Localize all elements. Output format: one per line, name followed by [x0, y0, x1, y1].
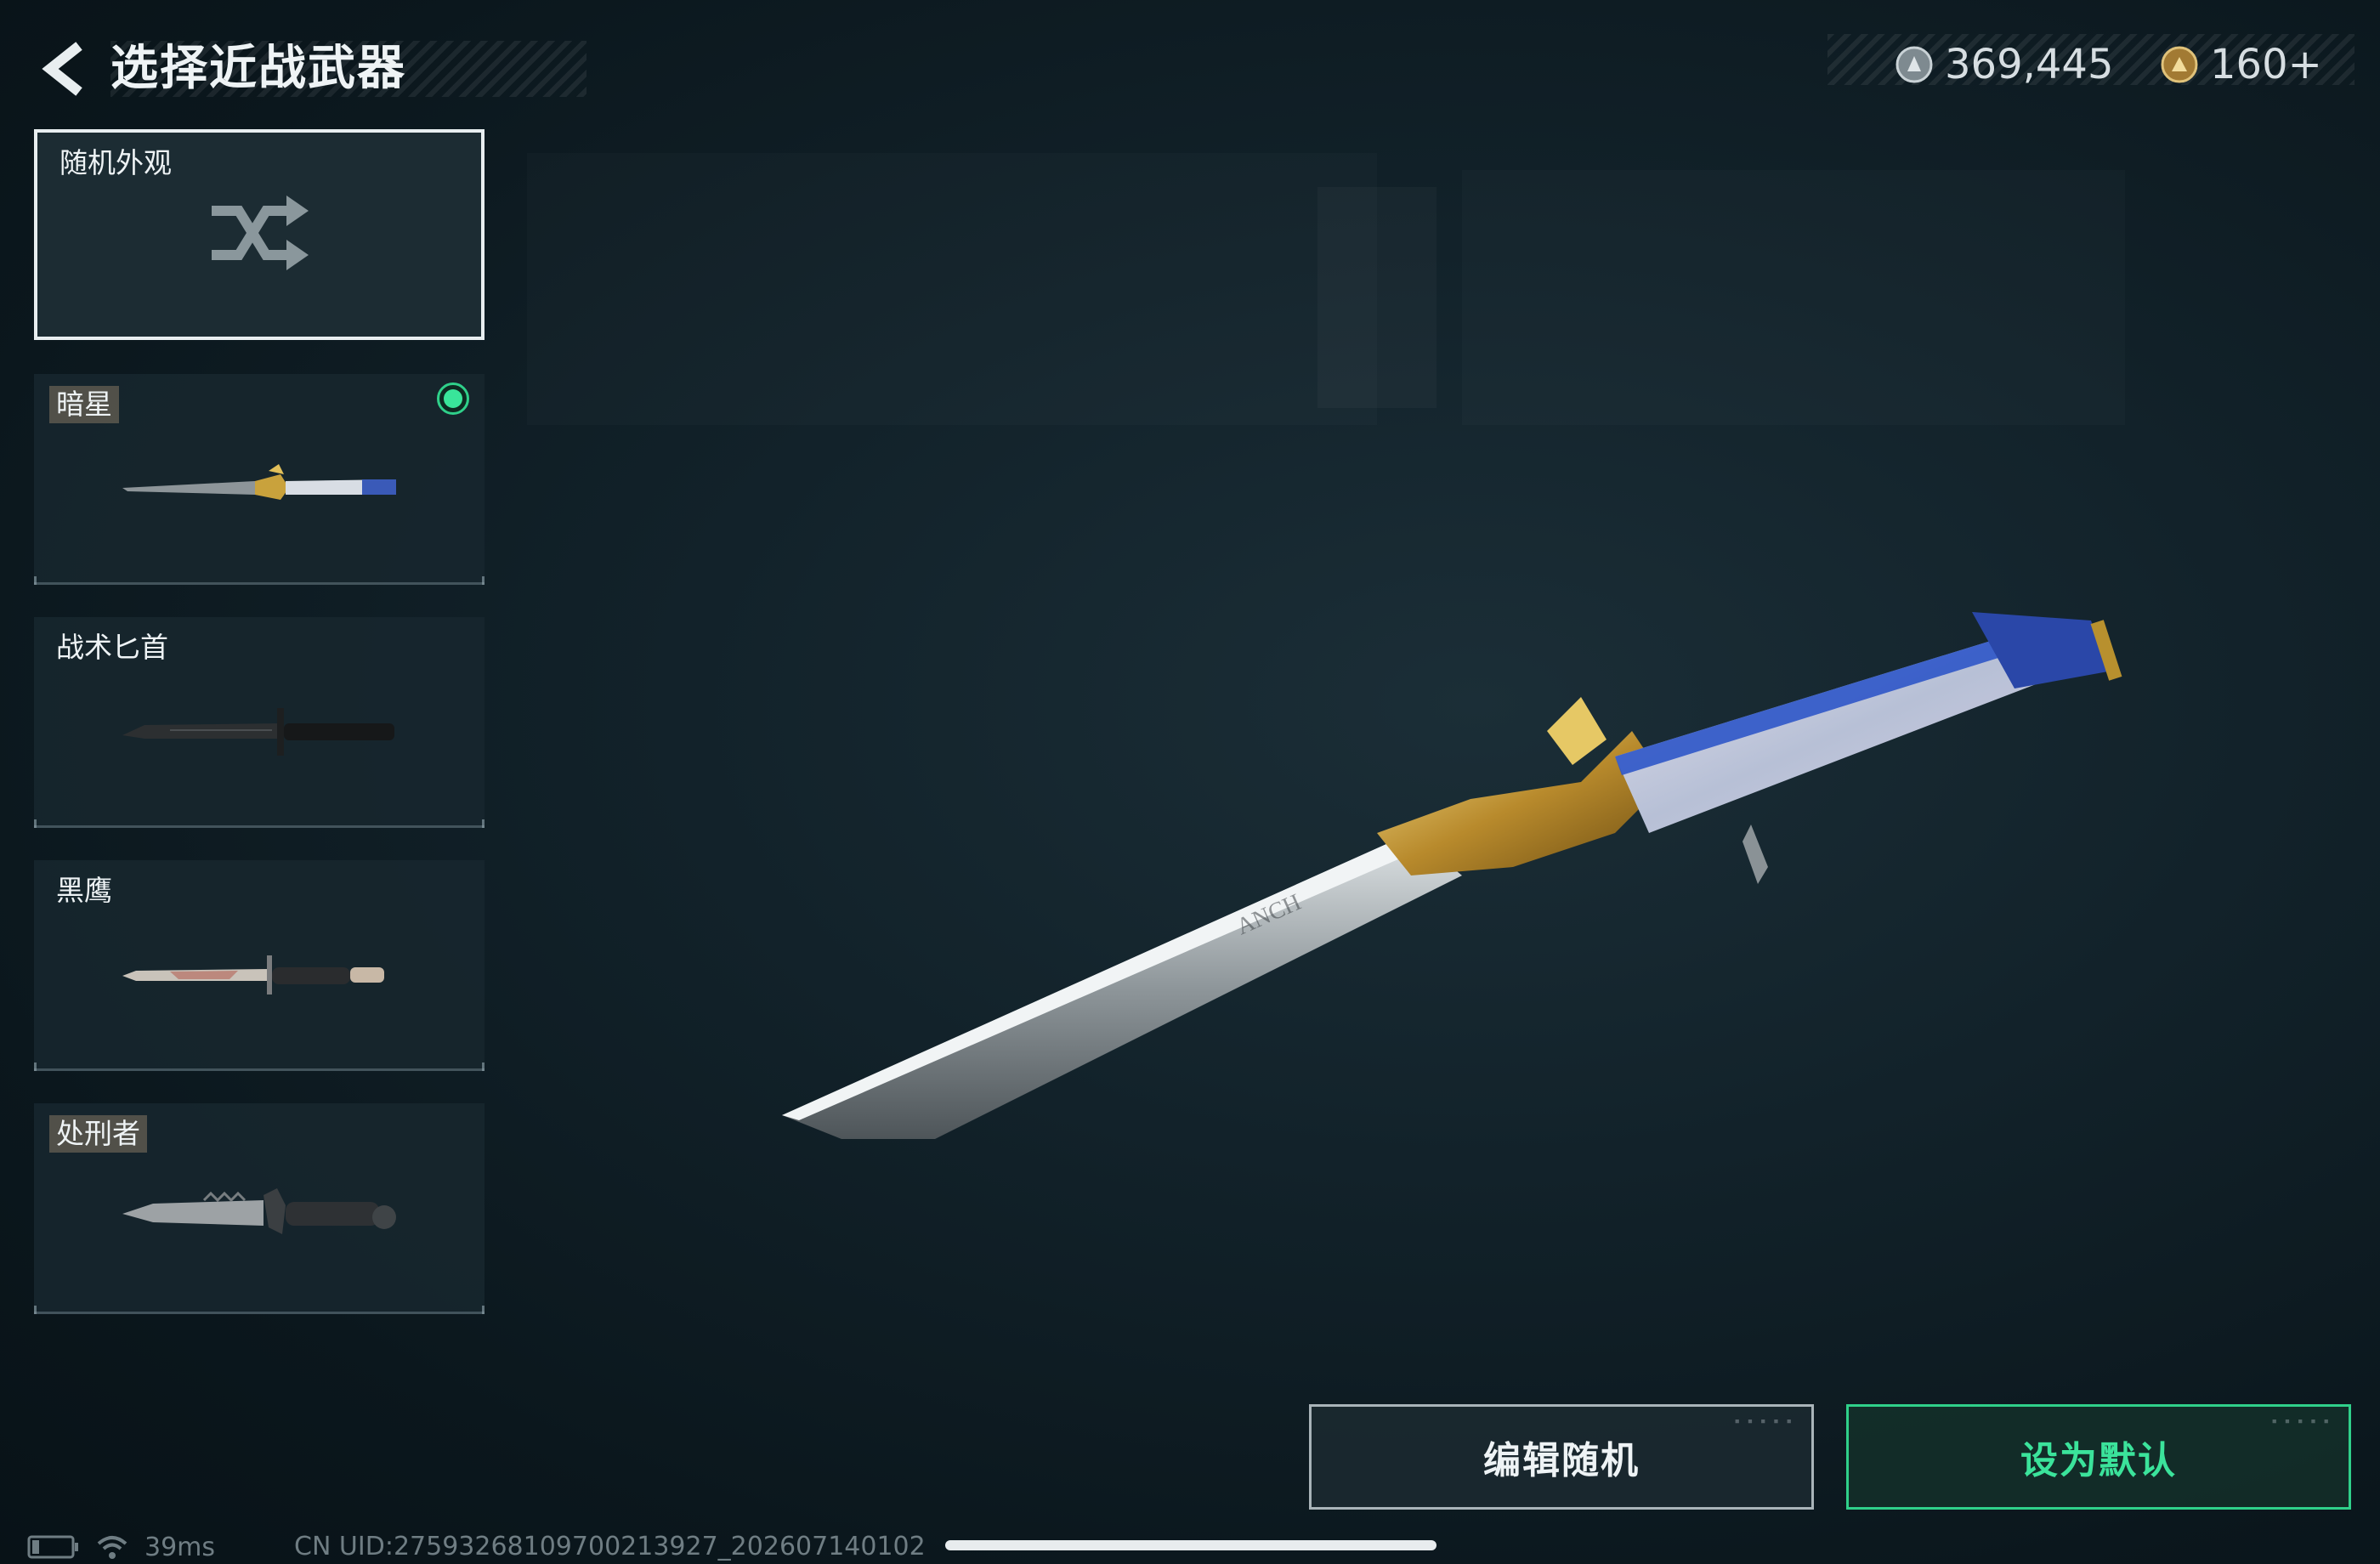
silver-amount: 369,445 — [1945, 41, 2114, 88]
darkstar-knife-model: ANCH — [782, 612, 2122, 1139]
darkstar-knife-thumbnail — [122, 464, 396, 501]
melee-slot-blackhawk[interactable]: 黑鹰 — [34, 860, 484, 1071]
set-default-button[interactable]: ▪ ▪ ▪ ▪ ▪ 设为默认 — [1846, 1404, 2351, 1510]
blackhawk-knife-thumbnail — [122, 955, 384, 995]
silver-credits-icon — [1896, 46, 1933, 83]
executioner-knife-thumbnail — [122, 1188, 396, 1235]
tactical-knife-thumbnail — [122, 708, 394, 756]
shuffle-icon — [212, 196, 309, 270]
edit-random-button[interactable]: ▪ ▪ ▪ ▪ ▪ 编辑随机 — [1309, 1404, 1814, 1510]
slot-label: 暗星 — [49, 386, 119, 423]
currency-bar: 369,445 160+ — [1828, 26, 2354, 94]
equipped-indicator — [437, 382, 469, 415]
back-button[interactable] — [26, 31, 102, 107]
latency-value: 39ms — [144, 1532, 216, 1562]
battery-icon — [27, 1535, 78, 1559]
user-uid: CN UID:2759326810970021392​7_20260714010… — [294, 1532, 926, 1561]
set-default-label: 设为默认 — [2020, 1439, 2177, 1482]
slot-label: 随机外观 — [60, 146, 172, 179]
weapon-preview: ANCH — [765, 476, 2125, 1159]
slot-label: 黑鹰 — [56, 874, 112, 907]
wifi-icon — [97, 1536, 128, 1559]
melee-slot-tactical-knife[interactable]: 战术匕首 — [34, 617, 484, 828]
slot-label: 处刑者 — [49, 1115, 147, 1153]
edit-random-label: 编辑随机 — [1483, 1439, 1640, 1482]
slot-label: 战术匕首 — [56, 631, 168, 664]
melee-slot-darkstar[interactable]: 暗星 — [34, 374, 484, 585]
status-bar: 39ms — [27, 1530, 215, 1564]
gold-amount: 160+ — [2210, 41, 2322, 88]
page-title: 选择近战武器 — [110, 41, 406, 96]
silver-currency: 369,445 — [1896, 41, 2114, 88]
gold-currency[interactable]: 160+ — [2161, 41, 2322, 88]
chevron-left-icon — [42, 42, 82, 96]
melee-slot-random[interactable]: 随机外观 — [34, 129, 484, 340]
melee-slot-executioner[interactable]: 处刑者 — [34, 1103, 484, 1314]
gold-points-icon — [2161, 46, 2198, 83]
home-indicator[interactable] — [945, 1540, 1436, 1550]
header: 选择近战武器 — [26, 26, 586, 110]
